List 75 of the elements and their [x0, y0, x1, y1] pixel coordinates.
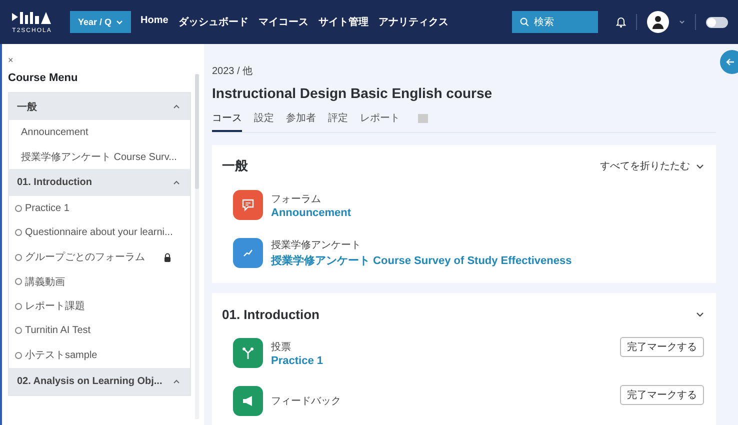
item-label: 小テストsample	[25, 348, 98, 362]
item-label: Announcement	[21, 126, 90, 138]
section-header[interactable]: 02. Analysis on Learning Obj...	[9, 368, 190, 394]
sidebar-item[interactable]: 小テストsample	[9, 343, 190, 368]
chevron-icon[interactable]	[173, 378, 180, 384]
sidebar-item[interactable]: レポート課題	[9, 294, 190, 318]
branch-icon	[241, 346, 255, 360]
sidebar-item[interactable]: Questionnaire about your learni...	[9, 220, 190, 245]
nav-link[interactable]: ダッシュボード	[178, 15, 248, 29]
nav-link[interactable]: マイコース	[258, 15, 308, 29]
activity-type: フォーラム	[271, 192, 322, 206]
item-label: Turnitin AI Test	[25, 325, 92, 336]
activity-type: 投票	[271, 340, 292, 354]
item-label: Questionnaire about your learni...	[25, 227, 174, 238]
toggle-switch[interactable]	[706, 16, 728, 28]
activity-link[interactable]: Announcement	[271, 206, 704, 218]
arrow-left-icon	[726, 58, 735, 66]
chevron-icon[interactable]	[173, 180, 180, 185]
section-header[interactable]: 一般	[9, 93, 190, 120]
search-input[interactable]: 検索	[534, 16, 590, 28]
scrollbar[interactable]	[195, 74, 199, 419]
section-title: 02. Analysis on Learning Obj...	[17, 376, 162, 386]
chevron-down-icon[interactable]	[679, 20, 685, 24]
sidebar-item[interactable]: グループごとのフォーラム	[9, 245, 190, 270]
megaphone-icon	[241, 394, 255, 408]
year-dropdown[interactable]: Year / Q	[70, 11, 131, 33]
item-label: 授業学修アンケート Course Surv...	[21, 150, 178, 164]
section-header[interactable]: 01. Introduction	[9, 169, 190, 196]
activity-icon[interactable]	[233, 386, 263, 416]
sidebar-item[interactable]: Turnitin AI Test	[9, 318, 190, 343]
section-title: 01. Introduction	[17, 177, 92, 188]
section-title: 一般	[17, 100, 37, 114]
search-field[interactable]: 検索	[512, 11, 598, 33]
search-icon	[520, 17, 529, 27]
tab[interactable]: コース	[212, 111, 242, 132]
notification-bell-icon[interactable]	[616, 16, 626, 28]
tab[interactable]: レポート	[360, 111, 400, 132]
logo-mark-icon	[12, 10, 52, 24]
breadcrumb: 2023 / 他	[212, 65, 254, 78]
tab[interactable]: 参加者	[286, 111, 316, 132]
chat-bubble-icon	[241, 198, 255, 212]
activity-icon[interactable]	[233, 190, 263, 220]
sidebar-item[interactable]: 授業学修アンケート Course Surv...	[9, 144, 190, 169]
mark-done-button[interactable]: 完了マークする	[620, 385, 704, 405]
tab[interactable]: 設定	[254, 111, 274, 132]
item-label: 講義動画	[25, 276, 66, 289]
collapse-all-link[interactable]: すべてを折りたたむ	[600, 159, 690, 173]
chevron-down-icon[interactable]	[696, 164, 704, 168]
sidebar-item[interactable]: Practice 1	[9, 196, 190, 220]
activity-type: 授業学修アンケート	[271, 238, 362, 252]
nav-link[interactable]: サイト管理	[318, 15, 368, 29]
sidebar-item[interactable]: Announcement	[9, 120, 190, 144]
item-label: レポート課題	[25, 300, 86, 314]
chevron-down-icon	[116, 20, 123, 24]
activity-type: フィードバック	[271, 395, 342, 408]
sidebar-title: Course Menu	[8, 72, 79, 84]
course-title: Instructional Design Basic English course	[212, 85, 494, 101]
drawer-toggle-button[interactable]	[720, 50, 738, 74]
activity-link[interactable]: Practice 1	[271, 354, 612, 366]
activity-icon[interactable]	[233, 338, 263, 368]
section-title: 01. Introduction	[222, 306, 320, 322]
activity-icon[interactable]	[233, 238, 263, 268]
nav-link[interactable]: Home	[140, 15, 168, 29]
mark-done-button[interactable]: 完了マークする	[620, 337, 704, 357]
nav-link[interactable]: アナリティクス	[378, 15, 448, 29]
user-avatar[interactable]	[647, 11, 669, 33]
item-label: グループごとのフォーラム	[25, 250, 146, 264]
item-label: Practice 1	[25, 202, 70, 214]
close-button[interactable]: ×	[8, 55, 14, 65]
activity-link[interactable]: 授業学修アンケート Course Survey of Study Effectiveness	[271, 253, 704, 268]
chevron-icon[interactable]	[173, 104, 180, 109]
section-title: 一般	[222, 157, 248, 175]
tab[interactable]: 評定	[328, 111, 348, 132]
chevron-down-icon[interactable]	[696, 312, 704, 316]
sidebar-item[interactable]: 講義動画	[9, 270, 190, 294]
